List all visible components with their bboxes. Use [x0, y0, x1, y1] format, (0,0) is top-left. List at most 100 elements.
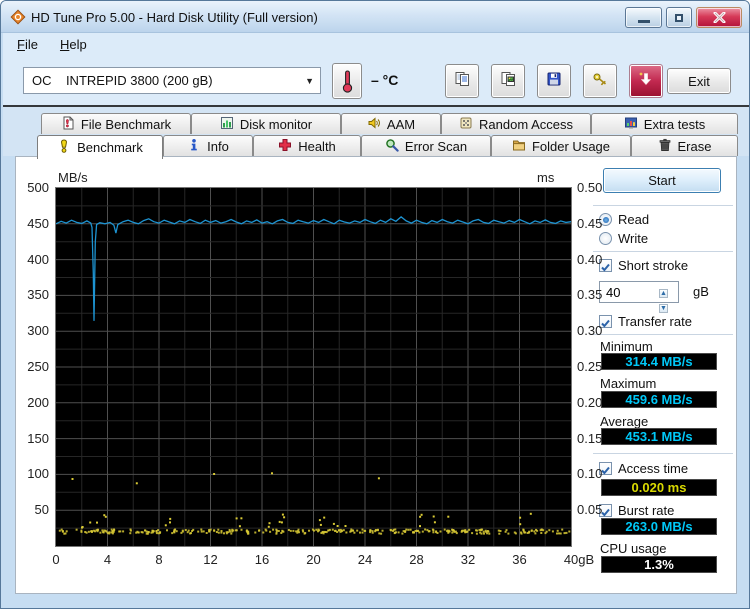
minimize-icon	[637, 19, 650, 23]
tab-label: Info	[207, 138, 229, 154]
left-axis-tick: 400	[27, 251, 49, 267]
left-axis-tick: 50	[34, 502, 49, 518]
tab-health[interactable]: Health	[253, 135, 361, 156]
benchmark-plot	[55, 187, 572, 547]
exclamation-icon	[57, 139, 71, 156]
left-axis-tick: 350	[27, 287, 49, 303]
right-axis-tick: 0.10	[577, 466, 603, 482]
app-window: HD Tune Pro 5.00 - Hard Disk Utility (Fu…	[0, 0, 750, 609]
left-axis-title: MB/s	[58, 170, 88, 185]
menu-item-help[interactable]: Help	[52, 33, 95, 56]
left-axis-tick: 200	[27, 394, 49, 410]
capacity-unit: gB	[693, 284, 709, 299]
x-axis-tick: 20	[306, 552, 321, 567]
spin-up-button[interactable]: ▲	[659, 289, 668, 298]
tab-file-benchmark[interactable]: File Benchmark	[41, 113, 191, 134]
cpu-usage-label: CPU usage	[600, 541, 667, 556]
down-arrow-icon	[638, 71, 654, 92]
tab-random-access[interactable]: Random Access	[441, 113, 591, 134]
write-radio[interactable]	[599, 232, 612, 245]
x-axis-tick: 40gB	[563, 552, 595, 567]
radio-selected-dot	[602, 216, 609, 223]
x-axis-tick: 24	[357, 552, 373, 567]
separator	[593, 334, 733, 335]
chevron-down-icon: ▼	[305, 76, 314, 86]
update-button[interactable]	[629, 64, 663, 98]
cpu-usage-value: 1.3%	[601, 556, 717, 573]
left-axis-tick: 250	[27, 359, 49, 374]
x-axis-tick: 0	[52, 552, 60, 567]
start-button[interactable]: Start	[603, 168, 721, 193]
save-button[interactable]	[537, 64, 571, 98]
keys-icon	[592, 71, 608, 92]
window-title: HD Tune Pro 5.00 - Hard Disk Utility (Fu…	[31, 10, 318, 25]
left-axis-tick: 100	[27, 466, 49, 482]
minimum-value: 314.4 MB/s	[601, 353, 717, 370]
maximum-label: Maximum	[600, 376, 657, 391]
magnifier-icon	[385, 138, 399, 155]
menu-bar: File Help	[3, 33, 749, 57]
page-exclamation-icon	[61, 116, 75, 133]
left-axis-tick: 500	[27, 180, 49, 195]
right-axis-tick: 0.50	[577, 180, 603, 195]
read-label: Read	[618, 212, 650, 227]
right-axis-tick: 0.05	[577, 502, 603, 518]
title-bar[interactable]: HD Tune Pro 5.00 - Hard Disk Utility (Fu…	[1, 1, 749, 33]
right-axis-title: ms	[537, 170, 555, 185]
maximize-button[interactable]	[666, 7, 692, 28]
right-axis-tick: 0.40	[577, 251, 603, 267]
mini-chart-icon	[624, 116, 638, 133]
tab-disk-monitor[interactable]: Disk monitor	[191, 113, 341, 134]
drive-select-value: OC INTREPID 3800 (200 gB)	[32, 73, 213, 88]
tab-label: Health	[298, 138, 336, 154]
copy-image-button[interactable]	[491, 64, 525, 98]
x-axis-tick: 4	[103, 552, 112, 567]
x-axis-tick: 12	[203, 552, 218, 567]
average-label: Average	[600, 414, 649, 429]
x-axis-tick: 8	[155, 552, 163, 567]
spinner-arrows: ▲ ▼	[659, 283, 676, 313]
minimize-button[interactable]	[625, 7, 662, 28]
right-axis-tick: 0.45	[577, 215, 603, 231]
spin-down-button[interactable]: ▼	[659, 304, 668, 313]
maximize-icon	[675, 13, 683, 22]
close-icon	[713, 12, 725, 23]
tab-erase[interactable]: Erase	[631, 135, 738, 156]
tab-strip: File Benchmark Disk monitor AAM Random Acce…	[3, 107, 749, 159]
capacity-value: 40	[606, 285, 621, 300]
hdtune-logo-icon	[10, 9, 26, 25]
menu-item-file[interactable]: File	[9, 33, 46, 56]
minimum-label: Minimum	[600, 339, 653, 354]
temperature-button[interactable]	[332, 63, 362, 99]
copy-text-button[interactable]	[445, 64, 479, 98]
close-button[interactable]	[696, 7, 742, 28]
tab-label: Erase	[677, 138, 712, 154]
drive-select-dropdown[interactable]: OC INTREPID 3800 (200 gB) ▼	[23, 67, 321, 94]
right-axis-tick: 0.20	[577, 394, 603, 410]
copy-image-icon	[500, 71, 517, 92]
x-axis-tick: 28	[409, 552, 424, 567]
tab-aam[interactable]: AAM	[341, 113, 441, 134]
health-cross-icon	[278, 138, 292, 155]
tab-benchmark[interactable]: Benchmark	[37, 135, 163, 159]
tab-folder-usage[interactable]: Folder Usage	[491, 135, 631, 156]
capacity-spinner[interactable]: 40 ▲ ▼	[599, 281, 679, 313]
tab-info[interactable]: Info	[163, 135, 253, 156]
maximum-value: 459.6 MB/s	[601, 391, 717, 408]
burst-rate-label: Burst rate	[618, 503, 675, 518]
x-axis-tick: 32	[460, 552, 476, 567]
left-axis-tick: 450	[27, 215, 49, 231]
tab-label: AAM	[386, 116, 416, 132]
right-axis-tick: 0.35	[577, 287, 603, 303]
tab-label: Extra tests	[643, 116, 706, 132]
copy-icon	[454, 71, 471, 92]
trash-icon	[658, 138, 672, 155]
access-time-label: Access time	[618, 461, 689, 476]
tab-error-scan[interactable]: Error Scan	[361, 135, 491, 156]
x-axis-tick: 16	[254, 552, 270, 567]
options-button[interactable]	[583, 64, 617, 98]
speaker-icon	[367, 116, 381, 133]
exit-button[interactable]: Exit	[667, 68, 731, 94]
x-axis-tick: 36	[512, 552, 527, 567]
tab-extra-tests[interactable]: Extra tests	[591, 113, 738, 134]
